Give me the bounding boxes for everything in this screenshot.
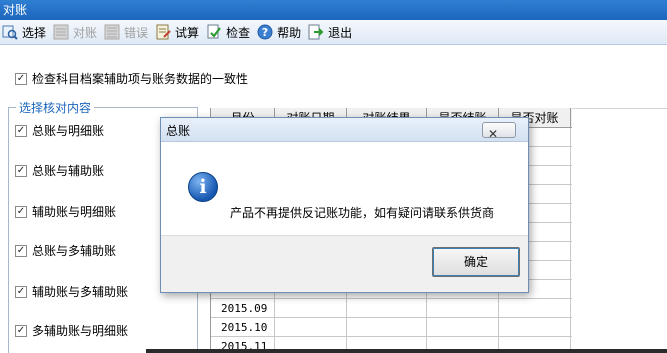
dialog-body: i 产品不再提供反记账功能，如有疑问请联系供货商 bbox=[161, 142, 528, 234]
toolbar-calculate-label: 试算 bbox=[175, 25, 200, 40]
toolbar-error-button[interactable]: 错误 bbox=[102, 20, 153, 45]
close-icon: ✕ bbox=[488, 127, 499, 141]
bottom-edge bbox=[146, 349, 667, 353]
dialog-title-bar: 总账 ✕ bbox=[161, 118, 528, 142]
window-title-bar: 对账 bbox=[0, 0, 667, 20]
option-aux-vs-detail[interactable]: ✓ 辅助账与明细账 bbox=[15, 203, 116, 220]
option-checkbox[interactable]: ✓ bbox=[15, 244, 27, 257]
option-multi-aux-vs-detail[interactable]: ✓ 多辅助账与明细账 bbox=[15, 322, 128, 339]
select-icon bbox=[2, 24, 18, 40]
table-row[interactable]: 2015.10 bbox=[211, 318, 572, 337]
window-title: 对账 bbox=[3, 3, 28, 17]
error-icon bbox=[104, 24, 120, 40]
option-gl-vs-aux[interactable]: ✓ 总账与辅助账 bbox=[15, 162, 104, 179]
message-dialog: 总账 ✕ i 产品不再提供反记账功能，如有疑问请联系供货商 确定 bbox=[160, 117, 529, 293]
dialog-message: 产品不再提供反记账功能，如有疑问请联系供货商 bbox=[230, 206, 495, 220]
option-checkbox[interactable]: ✓ bbox=[15, 285, 27, 298]
toolbar-exit-label: 退出 bbox=[328, 25, 353, 40]
toolbar-calculate-button[interactable]: 试算 bbox=[153, 20, 204, 45]
toolbar-reconcile-button[interactable]: 对账 bbox=[51, 20, 102, 45]
option-label: 总账与辅助账 bbox=[32, 164, 105, 178]
option-checkbox[interactable]: ✓ bbox=[15, 205, 27, 218]
calculator-icon bbox=[155, 24, 171, 40]
option-label: 总账与明细账 bbox=[32, 124, 105, 138]
option-label: 多辅助账与明细账 bbox=[32, 324, 129, 338]
toolbar-check-label: 检查 bbox=[226, 25, 251, 40]
info-icon: i bbox=[188, 172, 218, 202]
table-empty-area bbox=[572, 108, 667, 353]
option-checkbox[interactable]: ✓ bbox=[15, 324, 27, 337]
dialog-footer: 确定 bbox=[161, 235, 528, 292]
toolbar-exit-button[interactable]: 退出 bbox=[306, 20, 357, 45]
table-row[interactable]: 2015.09 bbox=[211, 299, 572, 318]
toolbar: 选择 对账 错误 试算 检查 ? 帮助 退出 bbox=[0, 20, 667, 45]
toolbar-help-label: 帮助 bbox=[277, 25, 302, 40]
reconcile-content-group-title: 选择核对内容 bbox=[16, 99, 95, 116]
toolbar-select-button[interactable]: 选择 bbox=[0, 20, 51, 45]
help-icon: ? bbox=[257, 24, 273, 40]
toolbar-error-label: 错误 bbox=[124, 25, 149, 40]
option-aux-vs-multi-aux[interactable]: ✓ 辅助账与多辅助账 bbox=[15, 283, 128, 300]
option-checkbox[interactable]: ✓ bbox=[15, 164, 27, 177]
svg-text:?: ? bbox=[262, 26, 268, 39]
reconcile-icon bbox=[53, 24, 69, 40]
consistency-check-option[interactable]: ✓ 检查科目档案辅助项与账务数据的一致性 bbox=[15, 70, 248, 87]
toolbar-check-button[interactable]: 检查 bbox=[204, 20, 255, 45]
toolbar-select-label: 选择 bbox=[22, 25, 47, 40]
option-label: 总账与多辅助账 bbox=[32, 244, 117, 258]
cell-month: 2015.09 bbox=[211, 299, 275, 317]
check-icon bbox=[206, 24, 222, 40]
consistency-checkbox[interactable]: ✓ bbox=[15, 72, 27, 85]
option-label: 辅助账与明细账 bbox=[32, 205, 117, 219]
dialog-title: 总账 bbox=[166, 124, 191, 138]
option-gl-vs-multi-aux[interactable]: ✓ 总账与多辅助账 bbox=[15, 242, 116, 259]
toolbar-reconcile-label: 对账 bbox=[73, 25, 98, 40]
option-gl-vs-detail[interactable]: ✓ 总账与明细账 bbox=[15, 122, 104, 139]
dialog-close-button[interactable]: ✕ bbox=[482, 122, 516, 141]
toolbar-help-button[interactable]: ? 帮助 bbox=[255, 20, 306, 45]
ok-button[interactable]: 确定 bbox=[432, 247, 520, 277]
option-label: 辅助账与多辅助账 bbox=[32, 285, 129, 299]
option-checkbox[interactable]: ✓ bbox=[15, 124, 27, 137]
cell-month: 2015.10 bbox=[211, 318, 275, 336]
consistency-check-label: 检查科目档案辅助项与账务数据的一致性 bbox=[32, 72, 249, 86]
exit-icon bbox=[308, 24, 324, 40]
